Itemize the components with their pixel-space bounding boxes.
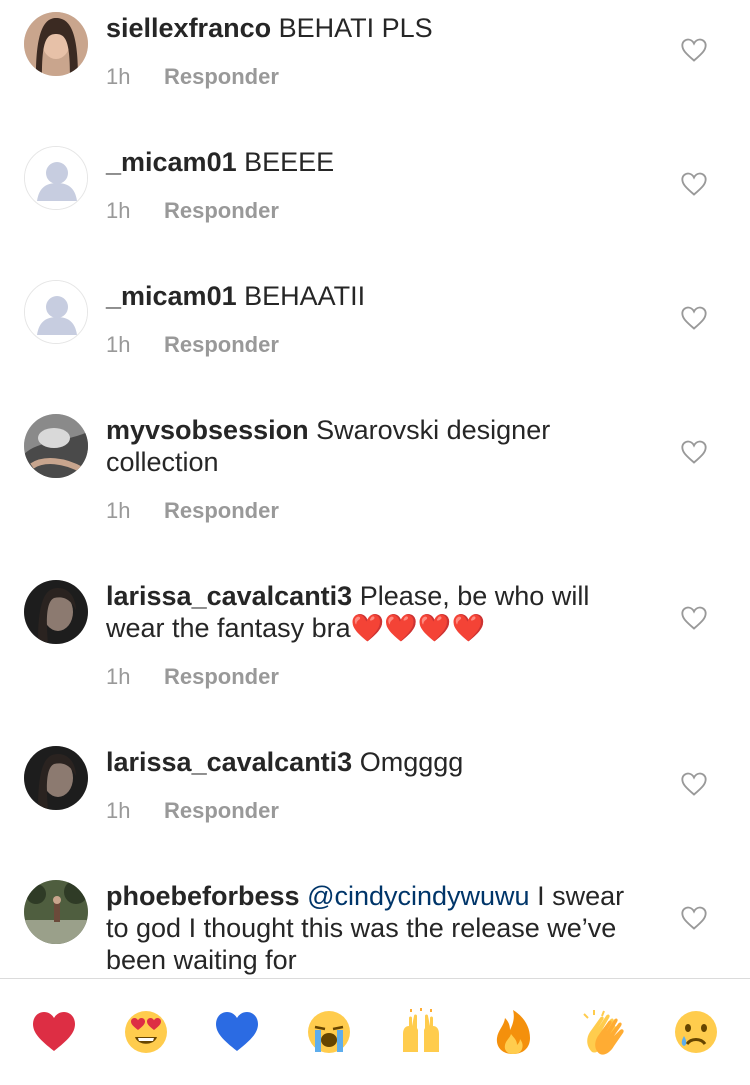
comment-meta: 1h Responder bbox=[106, 64, 279, 90]
comment-username[interactable]: larissa_cavalcanti3 bbox=[106, 747, 352, 777]
like-heart-icon[interactable] bbox=[680, 438, 708, 466]
avatar[interactable] bbox=[24, 880, 88, 944]
loudly-crying-emoji-icon[interactable] bbox=[305, 1008, 353, 1056]
comment-mention[interactable]: @cindycindywuwu bbox=[307, 881, 530, 911]
comment-username[interactable]: siellexfranco bbox=[106, 13, 271, 43]
red-heart-emoji-icon[interactable] bbox=[30, 1008, 78, 1056]
like-heart-icon[interactable] bbox=[680, 170, 708, 198]
reply-button[interactable]: Responder bbox=[164, 64, 279, 89]
emoji-quick-bar bbox=[0, 978, 750, 1085]
crying-face-emoji-icon[interactable] bbox=[672, 1008, 720, 1056]
reply-button[interactable]: Responder bbox=[164, 798, 279, 823]
reply-button[interactable]: Responder bbox=[164, 332, 279, 357]
comment-body: Omgggg bbox=[352, 747, 464, 777]
reply-button[interactable]: Responder bbox=[164, 198, 279, 223]
avatar[interactable] bbox=[24, 414, 88, 478]
comment-text: phoebeforbess @cindycindywuwu I swear to… bbox=[106, 880, 646, 976]
blue-heart-emoji-icon[interactable] bbox=[213, 1008, 261, 1056]
comment-meta: 1h Responder bbox=[106, 198, 279, 224]
comment-username[interactable]: phoebeforbess bbox=[106, 881, 300, 911]
comment-body: BEEEE bbox=[236, 147, 335, 177]
comment-time: 1h bbox=[106, 664, 131, 689]
comment-meta: 1h Responder bbox=[106, 498, 279, 524]
avatar[interactable] bbox=[24, 12, 88, 76]
like-heart-icon[interactable] bbox=[680, 604, 708, 632]
comment-text: _micam01 BEHAATII bbox=[106, 280, 646, 312]
comment-time: 1h bbox=[106, 198, 131, 223]
comment-body: BEHATI PLS bbox=[271, 13, 433, 43]
reply-button[interactable]: Responder bbox=[164, 664, 279, 689]
comment-time: 1h bbox=[106, 64, 131, 89]
comment-time: 1h bbox=[106, 498, 131, 523]
comment-text: myvsobsession Swarovski designer collect… bbox=[106, 414, 646, 478]
like-heart-icon[interactable] bbox=[680, 770, 708, 798]
comment-time: 1h bbox=[106, 332, 131, 357]
comment-body: BEHAATII bbox=[236, 281, 366, 311]
comment-text: _micam01 BEEEE bbox=[106, 146, 646, 178]
raising-hands-emoji-icon[interactable] bbox=[397, 1008, 445, 1056]
comment-username[interactable]: larissa_cavalcanti3 bbox=[106, 581, 352, 611]
comment-username[interactable]: myvsobsession bbox=[106, 415, 309, 445]
comment-text: larissa_cavalcanti3 Please, be who will … bbox=[106, 580, 646, 644]
comment-username[interactable]: _micam01 bbox=[106, 281, 237, 311]
comment-text: siellexfranco BEHATI PLS bbox=[106, 12, 646, 44]
comment-meta: 1h Responder bbox=[106, 664, 279, 690]
comment-meta: 1h Responder bbox=[106, 798, 279, 824]
avatar[interactable] bbox=[24, 280, 88, 344]
fire-emoji-icon[interactable] bbox=[489, 1008, 537, 1056]
like-heart-icon[interactable] bbox=[680, 36, 708, 64]
like-heart-icon[interactable] bbox=[680, 304, 708, 332]
avatar[interactable] bbox=[24, 746, 88, 810]
avatar[interactable] bbox=[24, 146, 88, 210]
comment-meta: 1h Responder bbox=[106, 332, 279, 358]
reply-button[interactable]: Responder bbox=[164, 498, 279, 523]
like-heart-icon[interactable] bbox=[680, 904, 708, 932]
comment-username[interactable]: _micam01 bbox=[106, 147, 237, 177]
heart-eyes-emoji-icon[interactable] bbox=[122, 1008, 170, 1056]
comment-text: larissa_cavalcanti3 Omgggg bbox=[106, 746, 646, 778]
comment-time: 1h bbox=[106, 798, 131, 823]
avatar[interactable] bbox=[24, 580, 88, 644]
clapping-hands-emoji-icon[interactable] bbox=[580, 1008, 628, 1056]
